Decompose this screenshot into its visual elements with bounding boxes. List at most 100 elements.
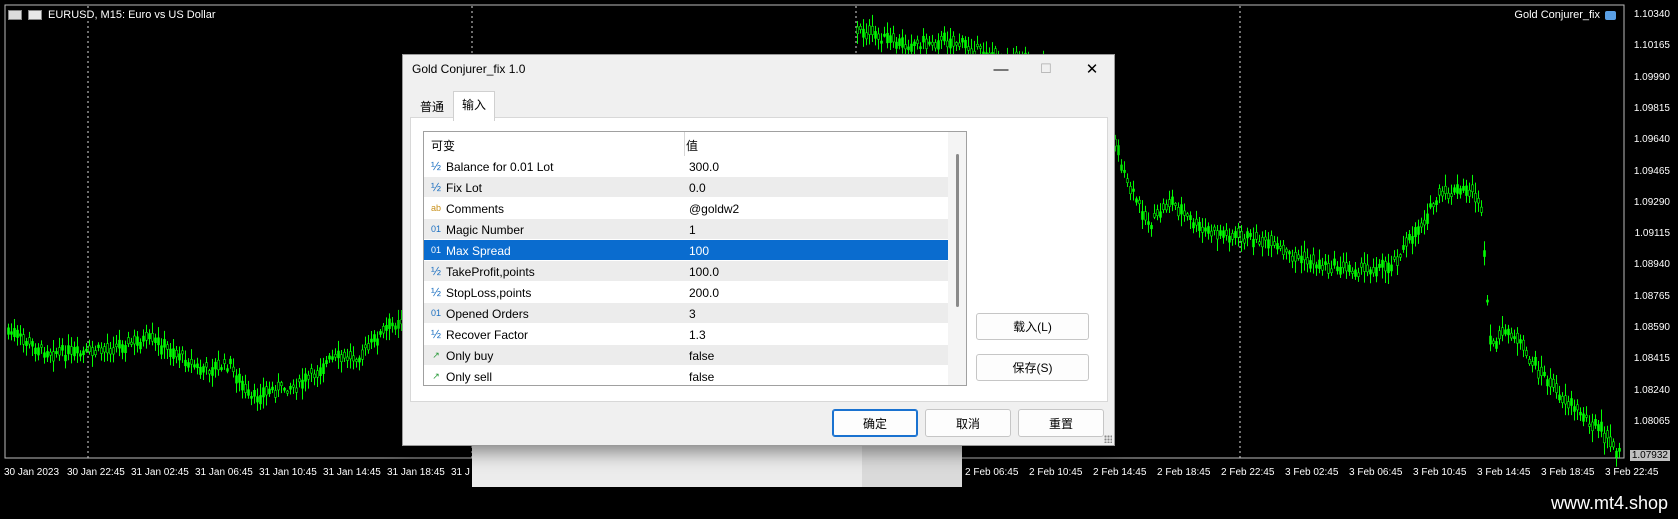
- inputs-table: 可变 值 ½ Balance for 0.01 Lot 300.0 ½ Fix Lot 0…: [423, 131, 967, 386]
- candle-body: [1615, 450, 1618, 458]
- input-value[interactable]: false: [689, 349, 714, 363]
- bool-type-icon: ↗: [432, 350, 440, 360]
- candle-body: [355, 359, 358, 362]
- input-row[interactable]: ab Comments @goldw2: [424, 198, 948, 219]
- input-name: Only sell: [446, 370, 493, 384]
- candle-body: [1213, 226, 1216, 231]
- input-value[interactable]: 200.0: [689, 286, 719, 300]
- candle-body: [10, 331, 13, 335]
- input-name: Magic Number: [446, 223, 525, 237]
- candle-body: [871, 26, 874, 35]
- candle-body: [922, 35, 925, 43]
- minimize-button[interactable]: —: [979, 55, 1023, 83]
- candle-body: [235, 375, 238, 384]
- input-row[interactable]: ½ Fix Lot 0.0: [424, 177, 948, 198]
- input-value[interactable]: 1: [689, 223, 696, 237]
- candle-body: [337, 350, 340, 359]
- candle-body: [1297, 254, 1300, 259]
- candle-body: [1570, 398, 1573, 406]
- tab-common[interactable]: 普通: [411, 93, 453, 121]
- close-button[interactable]: ✕: [1070, 55, 1114, 83]
- time-tick-label: 31 Jan 18:45: [387, 467, 445, 478]
- candle-body: [868, 25, 871, 35]
- candle-body: [967, 46, 970, 51]
- ok-button[interactable]: 确定: [832, 409, 918, 437]
- candle-body: [1600, 421, 1603, 432]
- candle-body: [1204, 227, 1207, 232]
- candle-body: [205, 362, 208, 368]
- vertical-scrollbar[interactable]: [948, 132, 966, 385]
- input-value[interactable]: @goldw2: [689, 202, 739, 216]
- candle-body: [910, 43, 913, 52]
- table-header: 可变 值: [424, 132, 948, 155]
- candle-body: [1195, 218, 1198, 226]
- candle-body: [1546, 379, 1549, 387]
- input-value[interactable]: 3: [689, 307, 696, 321]
- candle-body: [1249, 233, 1252, 237]
- candle-body: [1603, 432, 1606, 444]
- input-row[interactable]: ↗ Only buy false: [424, 345, 948, 366]
- input-value[interactable]: 100: [689, 244, 709, 258]
- header-variable[interactable]: 可变: [431, 137, 455, 154]
- candle-body: [1606, 430, 1609, 439]
- double-type-icon: ½: [430, 264, 441, 278]
- candle-body: [1420, 222, 1423, 228]
- input-row[interactable]: 01 Max Spread 100: [424, 240, 948, 261]
- candle-body: [97, 344, 100, 348]
- candle-body: [397, 319, 400, 329]
- candle-body: [964, 39, 967, 49]
- save-button[interactable]: 保存(S): [976, 354, 1089, 381]
- candle-body: [1453, 187, 1456, 193]
- candle-body: [1237, 228, 1240, 238]
- candle-body: [1528, 359, 1531, 364]
- candle-body: [1351, 270, 1354, 274]
- current-price-label: 1.07932: [1629, 450, 1670, 461]
- price-tick-label: 1.09990: [1633, 71, 1670, 83]
- input-row[interactable]: ½ Balance for 0.01 Lot 300.0: [424, 156, 948, 177]
- candle-body: [1525, 350, 1528, 356]
- reset-button[interactable]: 重置: [1018, 409, 1104, 437]
- expert-advisor-tag[interactable]: Gold Conjurer_fix: [1514, 9, 1616, 21]
- input-row[interactable]: 01 Opened Orders 3: [424, 303, 948, 324]
- candle-body: [1462, 186, 1465, 191]
- candle-body: [1501, 327, 1504, 336]
- input-value[interactable]: 300.0: [689, 160, 719, 174]
- candle-body: [865, 32, 868, 40]
- candle-body: [895, 41, 898, 49]
- candle-body: [1201, 226, 1204, 233]
- input-name: TakeProfit,points: [446, 265, 535, 279]
- tab-inputs[interactable]: 输入: [453, 91, 496, 121]
- candle-body: [1348, 264, 1351, 273]
- resize-grip[interactable]: [1104, 435, 1112, 443]
- candle-body: [358, 357, 361, 363]
- candle-body: [1234, 231, 1237, 238]
- input-value[interactable]: false: [689, 370, 714, 384]
- price-tick-label: 1.10340: [1633, 9, 1670, 20]
- input-row[interactable]: ½ TakeProfit,points 100.0: [424, 261, 948, 282]
- input-value[interactable]: 0.0: [689, 181, 706, 195]
- header-value[interactable]: 值: [686, 137, 698, 154]
- scrollbar-thumb[interactable]: [956, 154, 959, 307]
- candle-body: [1399, 254, 1402, 258]
- candle-body: [1579, 411, 1582, 416]
- candle-body: [1309, 260, 1312, 269]
- candle-body: [862, 28, 865, 38]
- candle-body: [1516, 332, 1519, 344]
- load-button[interactable]: 载入(L): [976, 313, 1089, 340]
- candle-body: [1390, 264, 1393, 272]
- candle-body: [370, 338, 373, 343]
- candle-body: [289, 386, 292, 390]
- input-row[interactable]: ½ Recover Factor 1.3: [424, 324, 948, 345]
- input-row[interactable]: ½ StopLoss,points 200.0: [424, 282, 948, 303]
- candle-body: [943, 32, 946, 42]
- input-row[interactable]: 01 Magic Number 1: [424, 219, 948, 240]
- candle-body: [31, 341, 34, 347]
- candle-body: [94, 350, 97, 356]
- candle-body: [1573, 406, 1576, 412]
- input-row[interactable]: ↗ Only sell false: [424, 366, 948, 385]
- cancel-button[interactable]: 取消: [925, 409, 1011, 437]
- input-value[interactable]: 1.3: [689, 328, 706, 342]
- input-value[interactable]: 100.0: [689, 265, 719, 279]
- price-tick-label: 1.08415: [1633, 353, 1670, 365]
- maximize-button[interactable]: ☐: [1024, 55, 1068, 83]
